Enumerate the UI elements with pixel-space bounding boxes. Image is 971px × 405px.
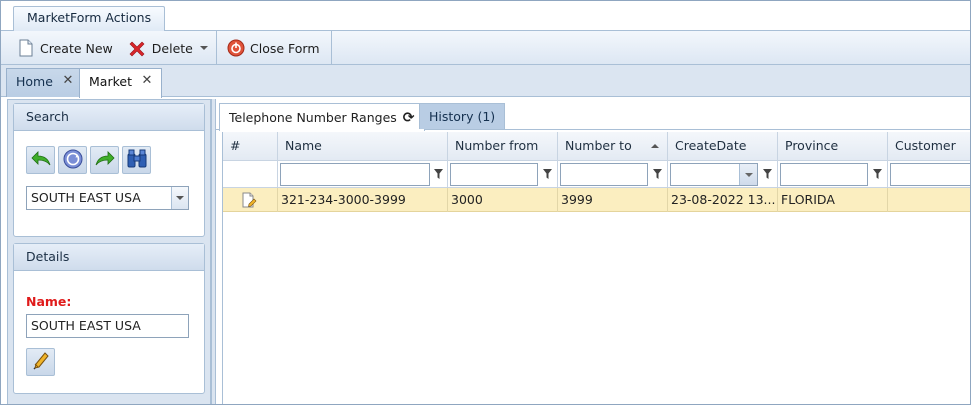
close-form-button[interactable]: Close Form <box>221 35 326 61</box>
document-tab-strip: Home ✕ Market ✕ <box>1 65 970 98</box>
create-new-button[interactable]: Create New <box>11 35 119 61</box>
column-header-number-to-label: Number to <box>565 138 632 153</box>
search-panel: Search SOUTH EAST USA <box>13 103 205 237</box>
create-new-label: Create New <box>40 40 113 56</box>
filter-icon[interactable] <box>873 169 882 179</box>
filter-cell <box>448 161 558 188</box>
cell-number-to: 3999 <box>558 188 668 212</box>
tab-market-label: Market <box>89 74 132 89</box>
search-panel-title: Search <box>14 104 204 131</box>
tab-home-label: Home <box>16 74 53 89</box>
reload-icon <box>62 148 84 173</box>
tab-market[interactable]: Market ✕ <box>79 68 162 98</box>
binoculars-icon <box>126 149 148 172</box>
chevron-down-icon[interactable] <box>171 187 188 209</box>
market-select[interactable]: SOUTH EAST USA <box>26 186 189 210</box>
cell-customer <box>888 188 970 212</box>
red-x-icon <box>129 39 147 57</box>
new-document-icon <box>17 39 35 57</box>
name-filter-input[interactable] <box>280 163 430 186</box>
row-edit-cell <box>223 188 278 212</box>
column-header-number-from[interactable]: Number from <box>448 132 558 161</box>
power-off-icon <box>227 39 245 57</box>
close-icon[interactable]: ✕ <box>62 71 74 91</box>
tab-history-label: History (1) <box>429 109 496 124</box>
sort-ascending-icon <box>651 144 659 148</box>
tab-history[interactable]: History (1) <box>419 103 506 129</box>
column-header-index[interactable]: # <box>223 132 278 161</box>
province-filter-input[interactable] <box>780 163 868 186</box>
find-button[interactable] <box>122 146 151 174</box>
number-from-filter-input[interactable] <box>450 163 538 186</box>
next-record-button[interactable] <box>90 146 119 174</box>
filter-row <box>223 161 970 188</box>
edit-button[interactable] <box>26 348 55 376</box>
refresh-search-button[interactable] <box>58 146 87 174</box>
cell-number-from: 3000 <box>448 188 558 212</box>
filter-icon[interactable] <box>434 169 443 179</box>
cell-create-date: 23-08-2022 13... <box>668 188 778 212</box>
grid-header: # Name Number from Number to CreateDate … <box>223 132 970 161</box>
toolbar: Create New Delete Close Form <box>1 31 970 65</box>
app-window: MarketForm Actions Create New Delete Clo… <box>0 0 971 405</box>
filter-icon[interactable] <box>763 169 772 179</box>
column-header-name[interactable]: Name <box>278 132 448 161</box>
filter-cell <box>778 161 888 188</box>
filter-cell <box>278 161 448 188</box>
filter-cell <box>223 161 278 188</box>
forward-arrow-icon <box>94 149 116 172</box>
pencil-icon <box>32 351 50 374</box>
chevron-down-icon[interactable] <box>739 164 757 185</box>
filter-icon[interactable] <box>653 169 662 179</box>
customer-filter-input[interactable] <box>890 163 970 186</box>
back-arrow-icon <box>30 149 52 172</box>
chevron-down-icon[interactable] <box>199 46 208 50</box>
cell-province: FLORIDA <box>778 188 888 212</box>
market-select-value: SOUTH EAST USA <box>31 190 141 205</box>
ribbon-tab-marketform-actions[interactable]: MarketForm Actions <box>13 6 166 32</box>
create-date-filter-input[interactable] <box>670 163 758 186</box>
filter-cell <box>558 161 668 188</box>
toolbar-separator <box>216 31 217 65</box>
number-ranges-grid: # Name Number from Number to CreateDate … <box>222 132 970 404</box>
toolbar-separator <box>331 31 332 65</box>
detail-tab-strip: Telephone Number Ranges ⟳ History (1) <box>216 99 970 131</box>
column-header-create-date[interactable]: CreateDate <box>668 132 778 161</box>
tab-telephone-number-ranges[interactable]: Telephone Number Ranges ⟳ <box>219 103 425 131</box>
edit-document-icon[interactable] <box>241 192 257 212</box>
toolbar-group-actions: Create New Delete <box>11 31 214 65</box>
filter-icon[interactable] <box>543 169 552 179</box>
delete-label: Delete <box>151 40 193 56</box>
refresh-icon[interactable]: ⟳ <box>403 110 415 126</box>
left-sidebar: Search SOUTH EAST USA Details Name: SOUT… <box>7 99 211 404</box>
name-field[interactable]: SOUTH EAST USA <box>26 314 189 338</box>
column-header-customer[interactable]: Customer <box>888 132 970 161</box>
tab-telephone-number-ranges-label: Telephone Number Ranges <box>229 110 397 125</box>
close-form-label: Close Form <box>250 40 320 56</box>
ribbon-tab-strip: MarketForm Actions <box>1 1 970 32</box>
column-header-province[interactable]: Province <box>778 132 888 161</box>
table-row[interactable]: 321-234-3000-3999 3000 3999 23-08-2022 1… <box>223 188 970 212</box>
details-panel: Details Name: SOUTH EAST USA <box>13 243 205 394</box>
cell-name: 321-234-3000-3999 <box>278 188 448 212</box>
filter-cell <box>888 161 970 188</box>
column-header-number-to[interactable]: Number to <box>558 132 668 161</box>
tab-home[interactable]: Home ✕ <box>6 68 83 97</box>
details-panel-title: Details <box>14 244 204 271</box>
search-icon-row <box>26 146 151 174</box>
name-label: Name: <box>26 294 72 309</box>
main-content: Telephone Number Ranges ⟳ History (1) # … <box>215 99 970 404</box>
toolbar-group-close: Close Form <box>221 31 326 65</box>
delete-button[interactable]: Delete <box>123 35 214 61</box>
close-icon[interactable]: ✕ <box>141 71 153 91</box>
filter-cell <box>668 161 778 188</box>
number-to-filter-input[interactable] <box>560 163 648 186</box>
previous-record-button[interactable] <box>26 146 55 174</box>
